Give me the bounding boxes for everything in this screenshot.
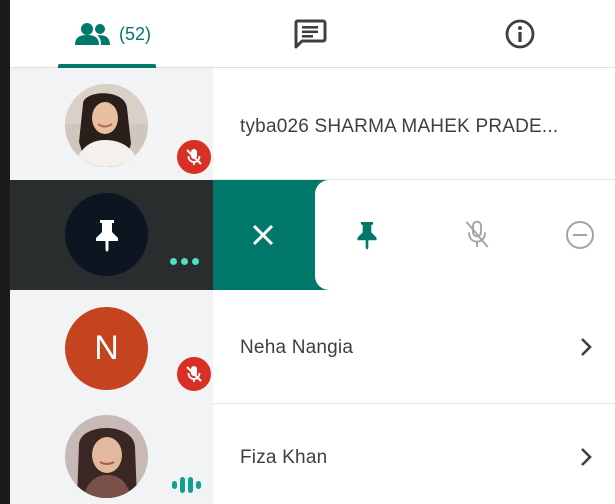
participant-count: (52)	[118, 23, 151, 44]
remove-icon	[566, 221, 594, 249]
participant-row-expanded[interactable]	[10, 180, 615, 290]
participant-row[interactable]: tyba026 SHARMA MAHEK PRADE...	[10, 68, 615, 180]
chevron-right-icon[interactable]	[576, 445, 596, 469]
mic-off-icon	[186, 149, 202, 165]
info-icon	[505, 19, 535, 49]
participant-name: tyba026 SHARMA MAHEK PRADE...	[240, 116, 559, 137]
more-options-dots[interactable]	[170, 258, 199, 265]
pin-button[interactable]	[342, 210, 392, 260]
participant-name: Neha Nangia	[240, 337, 354, 358]
participant-row[interactable]: Fiza Khan	[10, 404, 615, 504]
muted-badge	[174, 354, 214, 394]
mute-button[interactable]	[452, 210, 502, 260]
avatar	[65, 84, 148, 167]
tab-people[interactable]: (52)	[48, 0, 178, 68]
avatar	[65, 415, 148, 498]
chevron-right-icon[interactable]	[576, 335, 596, 359]
participant-name: Fiza Khan	[240, 447, 328, 468]
remove-button[interactable]	[555, 210, 605, 260]
people-icon	[74, 23, 110, 45]
tab-chat[interactable]	[260, 0, 360, 68]
pin-icon	[95, 219, 118, 252]
close-icon	[252, 224, 274, 246]
pinned-avatar	[65, 193, 148, 276]
mic-off-icon	[186, 366, 202, 382]
letter-avatar: N	[65, 307, 148, 390]
pin-icon	[357, 222, 377, 250]
participants-panel: (52) tyba026 SHARMA MAHEK PRADE... N Neh…	[10, 0, 615, 504]
chat-icon	[294, 19, 327, 49]
close-actions-button[interactable]	[238, 210, 288, 260]
mic-off-icon	[465, 220, 489, 248]
muted-badge	[174, 137, 214, 177]
speaking-indicator	[172, 477, 201, 493]
tab-info[interactable]	[470, 0, 570, 68]
tab-bar: (52)	[10, 0, 615, 68]
participant-row[interactable]: N Neha Nangia	[10, 290, 615, 404]
